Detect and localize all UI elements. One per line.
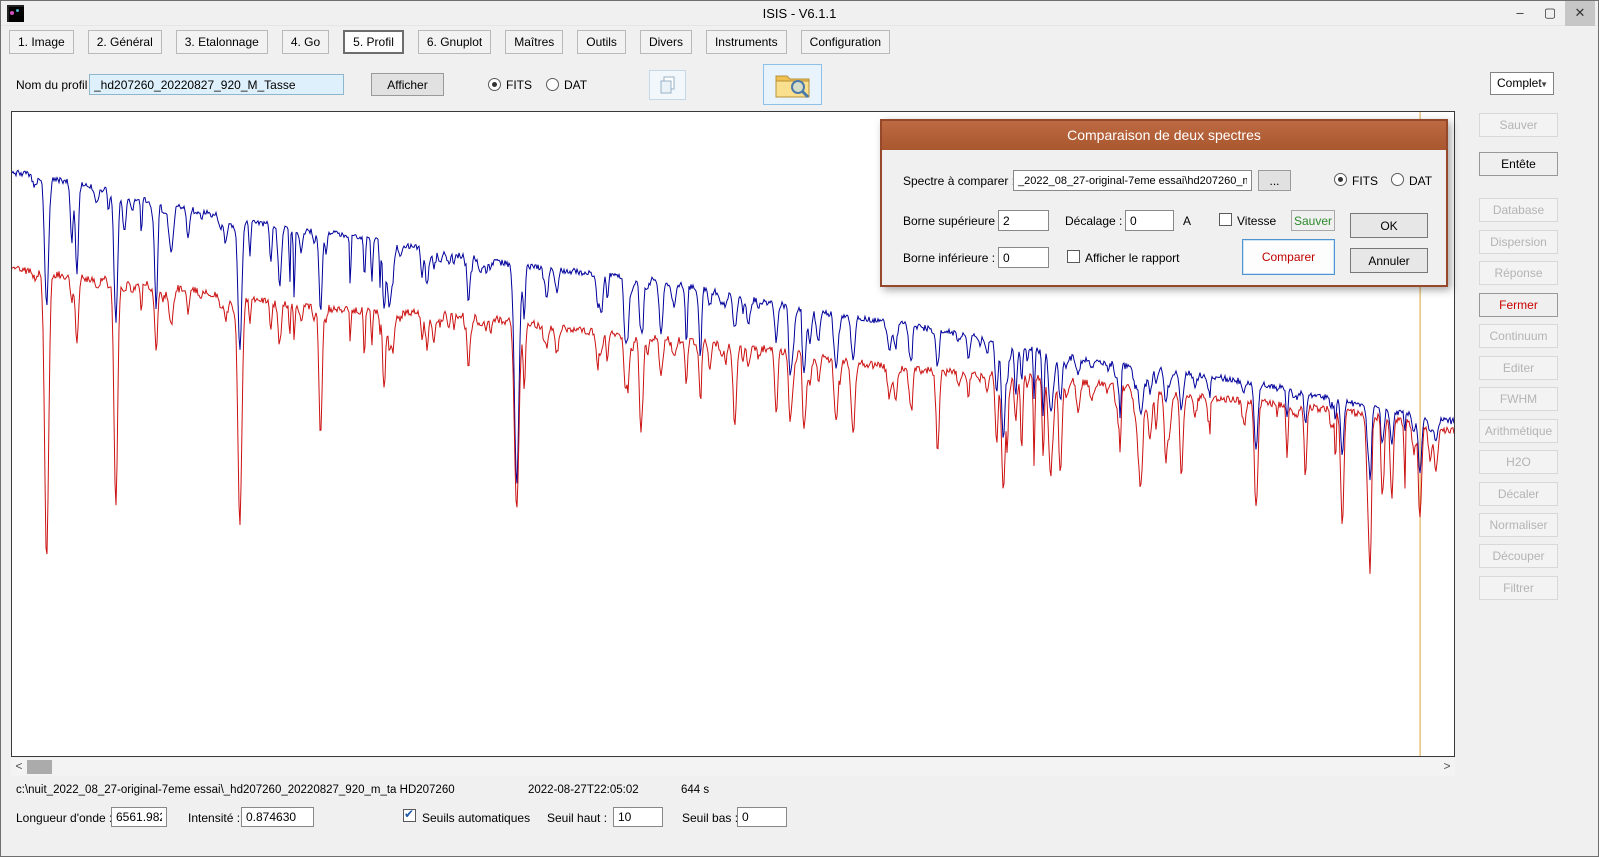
dat-radio-label: DAT [564,78,587,92]
borne-inferieure-input[interactable] [998,247,1049,268]
sidebar-button-decaler[interactable]: Décaler [1479,482,1558,506]
file-path-text: c:\nuit_2022_08_27-original-7eme essai\_… [16,784,455,796]
dialog-fits-radio[interactable] [1334,173,1347,186]
comparer-button[interactable]: Comparer [1242,239,1335,275]
tab-general[interactable]: 2. Général [88,30,162,54]
horizontal-scrollbar[interactable]: < > [11,758,1455,776]
decalage-label: Décalage : [1065,214,1122,228]
decalage-input[interactable] [1125,210,1174,231]
spectre-a-comparer-label: Spectre à comparer : [903,174,1015,188]
sidebar-button-database[interactable]: Database [1479,198,1558,222]
fits-radio[interactable] [488,78,501,91]
vitesse-label: Vitesse [1237,214,1276,228]
scroll-left-icon[interactable]: < [11,758,27,776]
fits-radio-label: FITS [506,78,532,92]
tab-gnuplot[interactable]: 6. Gnuplot [418,30,491,54]
sidebar-button-fermer[interactable]: Fermer [1479,293,1558,317]
tab-go[interactable]: 4. Go [282,30,329,54]
observation-datetime-text: 2022-08-27T22:05:02 [528,784,639,796]
dialog-dat-radio-label: DAT [1409,174,1432,188]
seuils-automatiques-checkbox[interactable]: ✔ [403,809,416,822]
seuil-bas-input[interactable] [737,807,787,827]
borne-superieure-input[interactable] [998,210,1049,231]
sidebar-button-arithmetique[interactable]: Arithmétique [1479,419,1558,443]
exposure-time-text: 644 s [681,784,709,796]
wavelength-label: Longueur d'onde : [16,811,112,825]
ok-button[interactable]: OK [1350,213,1428,238]
profile-name-input[interactable] [89,74,344,95]
tab-maitres[interactable]: Maîtres [505,30,563,54]
seuil-haut-label: Seuil haut : [547,811,607,825]
tab-instruments[interactable]: Instruments [706,30,787,54]
dialog-title[interactable]: Comparaison de deux spectres [882,121,1446,150]
sidebar-button-entete[interactable]: Entête [1479,152,1558,176]
spectre-a-comparer-input[interactable] [1013,170,1252,191]
dialog-sauver-button[interactable]: Sauver [1291,210,1335,231]
tab-divers[interactable]: Divers [640,30,692,54]
intensity-label: Intensité : [188,811,240,825]
browse-folder-button[interactable] [763,64,822,105]
scroll-right-icon[interactable]: > [1439,758,1455,776]
sidebar-button-decouper[interactable]: Découper [1479,544,1558,568]
folder-search-icon [775,71,811,99]
window-title: ISIS - V6.1.1 [1,1,1598,26]
afficher-button[interactable]: Afficher [371,73,444,96]
profile-name-label: Nom du profil : [16,78,94,92]
sidebar-button-normaliser[interactable]: Normaliser [1479,513,1558,537]
afficher-rapport-label: Afficher le rapport [1085,251,1180,265]
tab-bar: 1. Image 2. Général 3. Etalonnage 4. Go … [9,30,890,55]
intensity-input[interactable] [241,807,314,827]
tab-image[interactable]: 1. Image [9,30,74,54]
sidebar-button-sauver[interactable]: Sauver [1479,113,1558,137]
seuil-bas-label: Seuil bas : [682,811,738,825]
comparison-dialog: Comparaison de deux spectres Spectre à c… [880,119,1448,287]
browse-spectre-button[interactable]: ... [1258,170,1291,191]
annuler-button[interactable]: Annuler [1350,248,1428,273]
borne-superieure-label: Borne supérieure : [903,214,1002,228]
seuils-automatiques-label: Seuils automatiques [422,811,530,825]
isis-window: ISIS - V6.1.1 – ▢ ✕ 1. Image 2. Général … [0,0,1599,857]
copy-icon [659,76,677,94]
sidebar-button-continuum[interactable]: Continuum [1479,324,1558,348]
seuil-haut-input[interactable] [613,807,663,827]
sidebar: Sauver Entête Database Dispersion Répons… [1479,1,1561,856]
copy-profile-button[interactable] [649,70,686,100]
tab-profil[interactable]: 5. Profil [343,30,404,54]
toolbar: Nom du profil : Afficher FITS DAT Comple… [1,63,1598,109]
angstrom-label: A [1183,214,1191,228]
borne-inferieure-label: Borne inférieure : [903,251,995,265]
dat-radio[interactable] [546,78,559,91]
close-button[interactable]: ✕ [1565,1,1595,26]
scrollbar-thumb[interactable] [27,760,52,774]
wavelength-input[interactable] [111,807,167,827]
dialog-fits-radio-label: FITS [1352,174,1378,188]
sidebar-button-reponse[interactable]: Réponse [1479,261,1558,285]
check-icon: ✔ [404,807,414,821]
sidebar-button-h2o[interactable]: H2O [1479,450,1558,474]
vitesse-checkbox[interactable] [1219,213,1232,226]
sidebar-button-dispersion[interactable]: Dispersion [1479,230,1558,254]
dialog-dat-radio[interactable] [1391,173,1404,186]
afficher-rapport-checkbox[interactable] [1067,250,1080,263]
tab-etalonnage[interactable]: 3. Etalonnage [176,30,268,54]
sidebar-button-filtrer[interactable]: Filtrer [1479,576,1558,600]
titlebar: ISIS - V6.1.1 – ▢ ✕ [1,1,1598,26]
tab-outils[interactable]: Outils [577,30,626,54]
tab-configuration[interactable]: Configuration [801,30,890,54]
sidebar-button-editer[interactable]: Editer [1479,356,1558,380]
sidebar-button-fwhm[interactable]: FWHM [1479,387,1558,411]
